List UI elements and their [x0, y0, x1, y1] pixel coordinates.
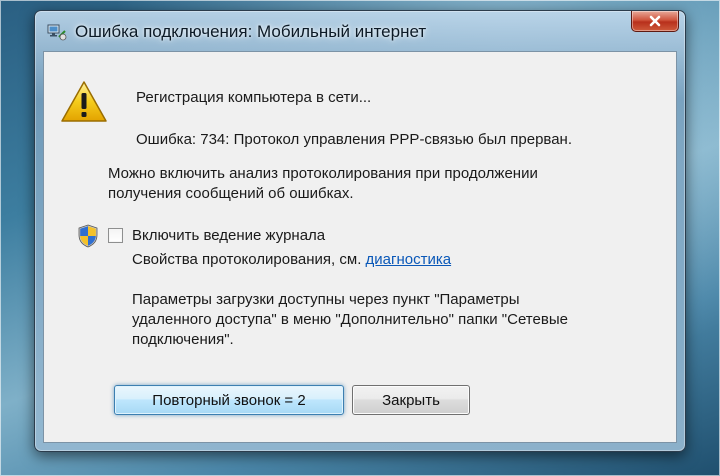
info-text-line3: подключения".	[132, 331, 234, 348]
title-bar[interactable]: Ошибка подключения: Мобильный интернет	[35, 11, 685, 51]
close-window-button[interactable]	[631, 11, 679, 32]
info-text-line1: Параметры загрузки доступны через пункт …	[132, 291, 520, 308]
error-text: Ошибка: 734: Протокол управления PPP-свя…	[136, 131, 573, 148]
close-icon	[649, 15, 661, 27]
enable-logging-checkbox[interactable]	[108, 228, 123, 243]
close-button[interactable]: Закрыть	[352, 385, 470, 415]
status-text: Регистрация компьютера в сети...	[136, 89, 372, 106]
info-text-line2: удаленного доступа" в меню "Дополнительн…	[132, 311, 568, 328]
enable-logging-label[interactable]: Включить ведение журнала	[132, 226, 325, 246]
logging-properties-prefix: Свойства протоколирования, см.	[132, 251, 362, 268]
uac-shield-icon	[78, 224, 98, 248]
network-connection-icon	[47, 24, 67, 41]
warning-icon	[61, 81, 107, 122]
window-title: Ошибка подключения: Мобильный интернет	[75, 22, 427, 41]
redial-button[interactable]: Повторный звонок = 2	[114, 385, 344, 415]
diagnostics-link[interactable]: диагностика	[366, 251, 452, 268]
analysis-text-line1: Можно включить анализ протоколирования п…	[108, 165, 538, 182]
dialog-content: Регистрация компьютера в сети... Ошибка:…	[43, 51, 677, 443]
logging-properties-text: Свойства протоколирования, см. диагности…	[132, 250, 451, 270]
error-dialog: Ошибка подключения: Мобильный интернет Р…	[34, 10, 686, 452]
analysis-text-line2: получения сообщений об ошибках.	[108, 185, 354, 202]
